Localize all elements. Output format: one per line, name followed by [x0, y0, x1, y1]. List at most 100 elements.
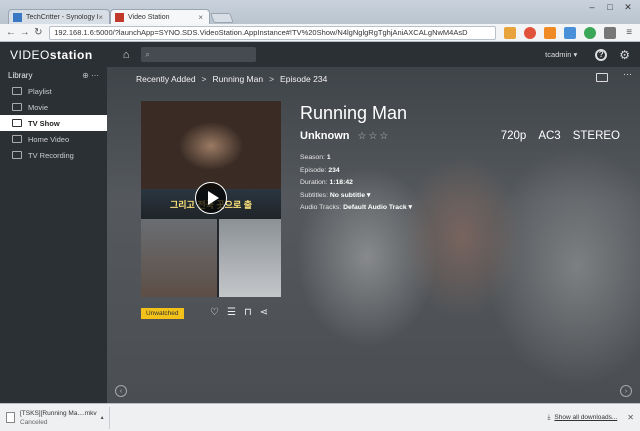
search-input[interactable]: ⌕ — [141, 47, 257, 62]
sidebar-item-label: Movie — [28, 102, 49, 112]
meta-audio: Audio Tracks: Default Audio Track ▾ — [300, 202, 620, 215]
download-bar: [TSKS][Running Ma....mkv Canceled ▴ ⤓ Sh… — [0, 403, 640, 431]
breadcrumb-running-man[interactable]: Running Man — [213, 74, 264, 84]
download-item[interactable]: [TSKS][Running Ma....mkv Canceled ▴ — [6, 406, 110, 429]
tv-recording-icon — [12, 151, 22, 159]
add-icon[interactable]: ⊕ — [82, 71, 89, 80]
extension-icon[interactable] — [564, 26, 577, 39]
sidebar-item-label: TV Recording — [28, 150, 74, 160]
library-title: Library — [8, 70, 33, 80]
chevron-up-icon[interactable]: ▴ — [101, 414, 104, 421]
meta-label: Subtitles: — [300, 191, 328, 199]
home-icon[interactable]: ⌂ — [123, 49, 130, 61]
tv-icon — [12, 119, 22, 127]
unwatched-badge: Unwatched — [141, 308, 184, 319]
video-station-favicon-icon — [115, 12, 124, 22]
meta-subtitles: Subtitles: No subtitle ▾ — [300, 190, 620, 203]
breadcrumb: Recently Added > Running Man > Episode 2… — [136, 74, 327, 84]
home-video-icon — [12, 135, 22, 143]
sidebar-item-playlist[interactable]: Playlist — [0, 83, 107, 99]
subtitles-dropdown[interactable]: No subtitle ▾ — [330, 192, 370, 199]
address-bar[interactable]: 192.168.1.6:5000/?launchApp=SYNO.SDS.Vid… — [49, 25, 497, 40]
extension-icon[interactable] — [604, 26, 617, 39]
more-options-icon[interactable]: ⋯ — [623, 69, 632, 80]
gear-icon[interactable]: ⚙ — [619, 48, 630, 62]
meta-value: 1 — [326, 154, 331, 161]
close-icon[interactable]: × — [198, 13, 203, 22]
sidebar: Library ⊕ ⋯ Playlist Movie TV Show Home … — [0, 67, 107, 403]
share-icon[interactable]: ⋖ — [260, 307, 268, 318]
tab-title: Video Station — [128, 13, 170, 21]
video-subline: Unknown ☆☆☆ 720p AC3 STEREO — [300, 130, 620, 142]
sidebar-item-label: TV Show — [28, 118, 60, 128]
video-title: Running Man — [300, 103, 408, 123]
download-info: [TSKS][Running Ma....mkv Canceled — [20, 409, 97, 427]
window-close-icon[interactable]: ✕ — [619, 2, 637, 13]
sidebar-item-tv-show[interactable]: TV Show — [0, 115, 107, 131]
more-icon[interactable]: ⋯ — [91, 71, 99, 80]
play-button[interactable] — [195, 182, 227, 214]
tab-title: TechCritter - Synology D — [26, 13, 99, 21]
show-all-downloads-link[interactable]: ⤓ Show all downloads... — [548, 414, 618, 422]
library-header: Library ⊕ ⋯ — [0, 67, 107, 83]
breadcrumb-separator: > — [201, 74, 207, 84]
poster-image — [141, 219, 217, 297]
download-status: Canceled — [20, 418, 48, 426]
close-icon[interactable]: ✕ — [627, 413, 634, 422]
download-icon: ⤓ — [547, 413, 551, 421]
back-arrow-icon[interactable]: ← — [4, 27, 18, 38]
meta-episode: Episode: 234 — [300, 165, 620, 178]
list-icon[interactable]: ☰ — [227, 307, 236, 318]
tech-info: 720p AC3 STEREO — [501, 130, 620, 142]
meta-value: 1:18:42 — [329, 179, 353, 186]
episode-meta: Season: 1 Episode: 234 Duration: 1:18:42… — [300, 152, 620, 215]
sidebar-item-movie[interactable]: Movie — [0, 99, 107, 115]
heart-icon[interactable]: ♡ — [210, 307, 219, 318]
logo-text-bold: station — [49, 47, 93, 62]
help-icon[interactable]: ? — [595, 48, 608, 61]
close-icon[interactable]: × — [98, 13, 103, 22]
previous-arrow-icon[interactable]: ‹ — [115, 385, 127, 397]
video-subtitle: Unknown — [300, 130, 350, 142]
next-arrow-icon[interactable]: › — [620, 385, 632, 397]
movie-icon — [12, 103, 22, 111]
menu-icon[interactable]: ≡ — [622, 27, 636, 38]
audio-track-dropdown[interactable]: Default Audio Track ▾ — [343, 204, 412, 211]
extension-icon[interactable] — [584, 26, 597, 39]
breadcrumb-recently-added[interactable]: Recently Added — [136, 74, 196, 84]
episode-details: Running Man Unknown ☆☆☆ 720p AC3 STEREO … — [300, 103, 620, 215]
forward-arrow-icon[interactable]: → — [18, 27, 32, 38]
extension-icon[interactable] — [524, 26, 537, 39]
sidebar-item-tv-recording[interactable]: TV Recording — [0, 147, 107, 163]
synology-favicon-icon — [13, 12, 22, 22]
breadcrumb-separator: > — [269, 74, 275, 84]
show-all-label: Show all downloads... — [554, 414, 618, 421]
meta-label: Audio Tracks: — [300, 204, 342, 211]
app-header: VIDEOstation ⌂ ⌕ tcadmin ▾ ? ⚙ — [0, 42, 640, 67]
tab-video-station[interactable]: Video Station × — [110, 9, 210, 24]
resolution: 720p — [500, 130, 527, 142]
download-filename: [TSKS][Running Ma....mkv — [20, 409, 97, 417]
bookmark-icon[interactable]: ⊓ — [244, 307, 252, 318]
url-text: 192.168.1.6:5000/?launchApp=SYNO.SDS.Vid… — [54, 28, 468, 37]
reload-icon[interactable]: ↻ — [32, 27, 46, 38]
audio-channels: STEREO — [572, 130, 620, 142]
poster-actions: ♡ ☰ ⊓ ⋖ — [210, 307, 268, 318]
logo-text: VIDEO — [10, 47, 50, 62]
extension-icon[interactable] — [544, 26, 557, 39]
comment-icon[interactable] — [596, 73, 608, 82]
file-icon — [6, 412, 15, 423]
new-tab-button[interactable] — [210, 13, 234, 23]
sidebar-item-home-video[interactable]: Home Video — [0, 131, 107, 147]
poster-image — [219, 219, 281, 297]
maximize-icon[interactable]: □ — [601, 2, 619, 12]
episode-poster[interactable]: 그리고 전국 곳으로 출 — [141, 101, 281, 297]
tab-techcritter[interactable]: TechCritter - Synology D × — [8, 9, 110, 24]
rating-stars[interactable]: ☆☆☆ — [358, 131, 391, 142]
browser-tabstrip: TechCritter - Synology D × Video Station… — [0, 0, 640, 24]
user-menu[interactable]: tcadmin ▾ — [545, 50, 577, 59]
bookmark-star-icon[interactable] — [504, 26, 517, 39]
main-content: Recently Added > Running Man > Episode 2… — [107, 67, 640, 403]
sidebar-item-label: Home Video — [28, 134, 70, 144]
minimize-icon[interactable]: – — [583, 2, 601, 12]
